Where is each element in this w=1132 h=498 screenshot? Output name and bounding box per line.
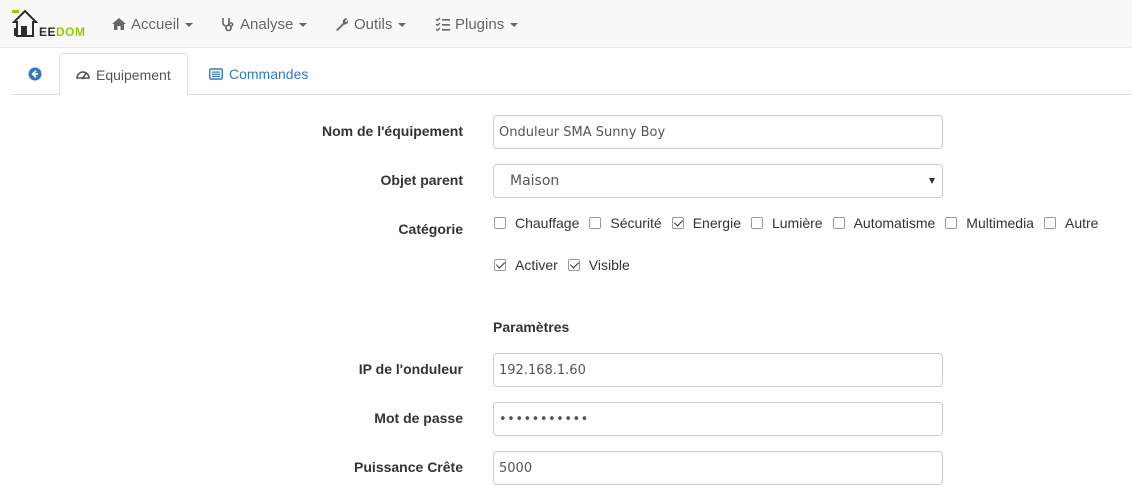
checkbox-securite[interactable] bbox=[589, 217, 602, 229]
peak-power-input[interactable]: 5000 bbox=[493, 451, 943, 485]
ip-label: IP de l'onduleur bbox=[358, 361, 463, 377]
peak-power-label: Puissance Crête bbox=[354, 459, 463, 475]
tab-label: Commandes bbox=[229, 66, 309, 82]
checkbox-autre[interactable] bbox=[1043, 217, 1056, 229]
caret-down-icon bbox=[510, 23, 519, 27]
checkbox-energie[interactable] bbox=[671, 217, 684, 229]
parent-object-value: Maison bbox=[510, 173, 560, 189]
nav-label: Outils bbox=[354, 15, 393, 33]
name-label: Nom de l'équipement bbox=[321, 123, 463, 139]
list-alt-icon bbox=[209, 68, 223, 80]
password-value: ••••••••••• bbox=[499, 411, 589, 427]
parent-label: Objet parent bbox=[380, 172, 463, 188]
back-button[interactable] bbox=[12, 53, 58, 95]
checkbox-multimedia[interactable] bbox=[945, 217, 958, 229]
nav-accueil[interactable]: Accueil bbox=[111, 14, 194, 34]
category-option-label: Automatisme bbox=[853, 215, 936, 231]
nav-analyse[interactable]: Analyse bbox=[220, 14, 308, 34]
caret-down-icon bbox=[185, 23, 194, 27]
stethoscope-icon bbox=[222, 18, 234, 32]
tab-label: Equipement bbox=[96, 66, 171, 83]
flag-label: Visible bbox=[588, 257, 630, 273]
tab-bar: Equipement Commandes bbox=[12, 53, 1132, 96]
arrow-circle-left-icon bbox=[28, 67, 42, 81]
equipment-name-value: Onduleur SMA Sunny Boy bbox=[499, 124, 666, 140]
category-label: Catégorie bbox=[398, 221, 463, 237]
category-option-label: Sécurité bbox=[610, 215, 662, 231]
tachometer-icon bbox=[76, 70, 90, 79]
checkbox-automatisme[interactable] bbox=[832, 217, 845, 229]
checkbox-lumiere[interactable] bbox=[750, 217, 763, 229]
select-arrow-icon bbox=[929, 178, 935, 184]
equipment-name-input[interactable]: Onduleur SMA Sunny Boy bbox=[493, 115, 943, 149]
nav-label: Analyse bbox=[240, 15, 294, 33]
top-navbar: EEDOM Accueil Analyse Outils Plugins bbox=[0, 0, 1132, 48]
nav-outils[interactable]: Outils bbox=[334, 14, 407, 34]
category-option-label: Energie bbox=[692, 215, 741, 231]
ip-input[interactable]: 192.168.1.60 bbox=[493, 353, 943, 387]
flag-checkboxes: Activer Visible bbox=[494, 257, 640, 273]
parent-object-select[interactable]: Maison bbox=[493, 164, 943, 198]
wrench-icon bbox=[336, 18, 349, 31]
category-option-label: Chauffage bbox=[515, 215, 580, 231]
category-option-label: Lumière bbox=[771, 215, 823, 231]
nav-label: Accueil bbox=[131, 15, 180, 33]
category-checkboxes: Chauffage Sécurité Energie Lumière Autom… bbox=[494, 215, 1108, 231]
jeedom-logo[interactable]: EEDOM bbox=[11, 8, 86, 40]
nav-label: Plugins bbox=[455, 15, 505, 33]
password-input[interactable]: ••••••••••• bbox=[493, 402, 943, 436]
nav-plugins[interactable]: Plugins bbox=[435, 14, 519, 34]
ip-value: 192.168.1.60 bbox=[499, 362, 586, 378]
flag-label: Activer bbox=[515, 257, 558, 273]
tasks-icon bbox=[435, 17, 450, 32]
peak-power-value: 5000 bbox=[499, 460, 533, 476]
caret-down-icon bbox=[398, 23, 407, 27]
checkbox-activer[interactable] bbox=[494, 259, 506, 271]
category-option-label: Autre bbox=[1064, 215, 1099, 231]
tab-equipement[interactable]: Equipement bbox=[59, 53, 188, 96]
parameters-title: Paramètres bbox=[493, 319, 570, 335]
logo-text: EEDOM bbox=[39, 25, 86, 39]
category-option-label: Multimedia bbox=[966, 215, 1034, 231]
house-logo-icon bbox=[11, 9, 39, 37]
tab-commandes[interactable]: Commandes bbox=[193, 53, 324, 95]
checkbox-chauffage[interactable] bbox=[494, 217, 506, 229]
password-label: Mot de passe bbox=[374, 410, 463, 426]
home-icon bbox=[112, 18, 126, 30]
checkbox-visible[interactable] bbox=[567, 259, 580, 271]
caret-down-icon bbox=[299, 23, 308, 27]
